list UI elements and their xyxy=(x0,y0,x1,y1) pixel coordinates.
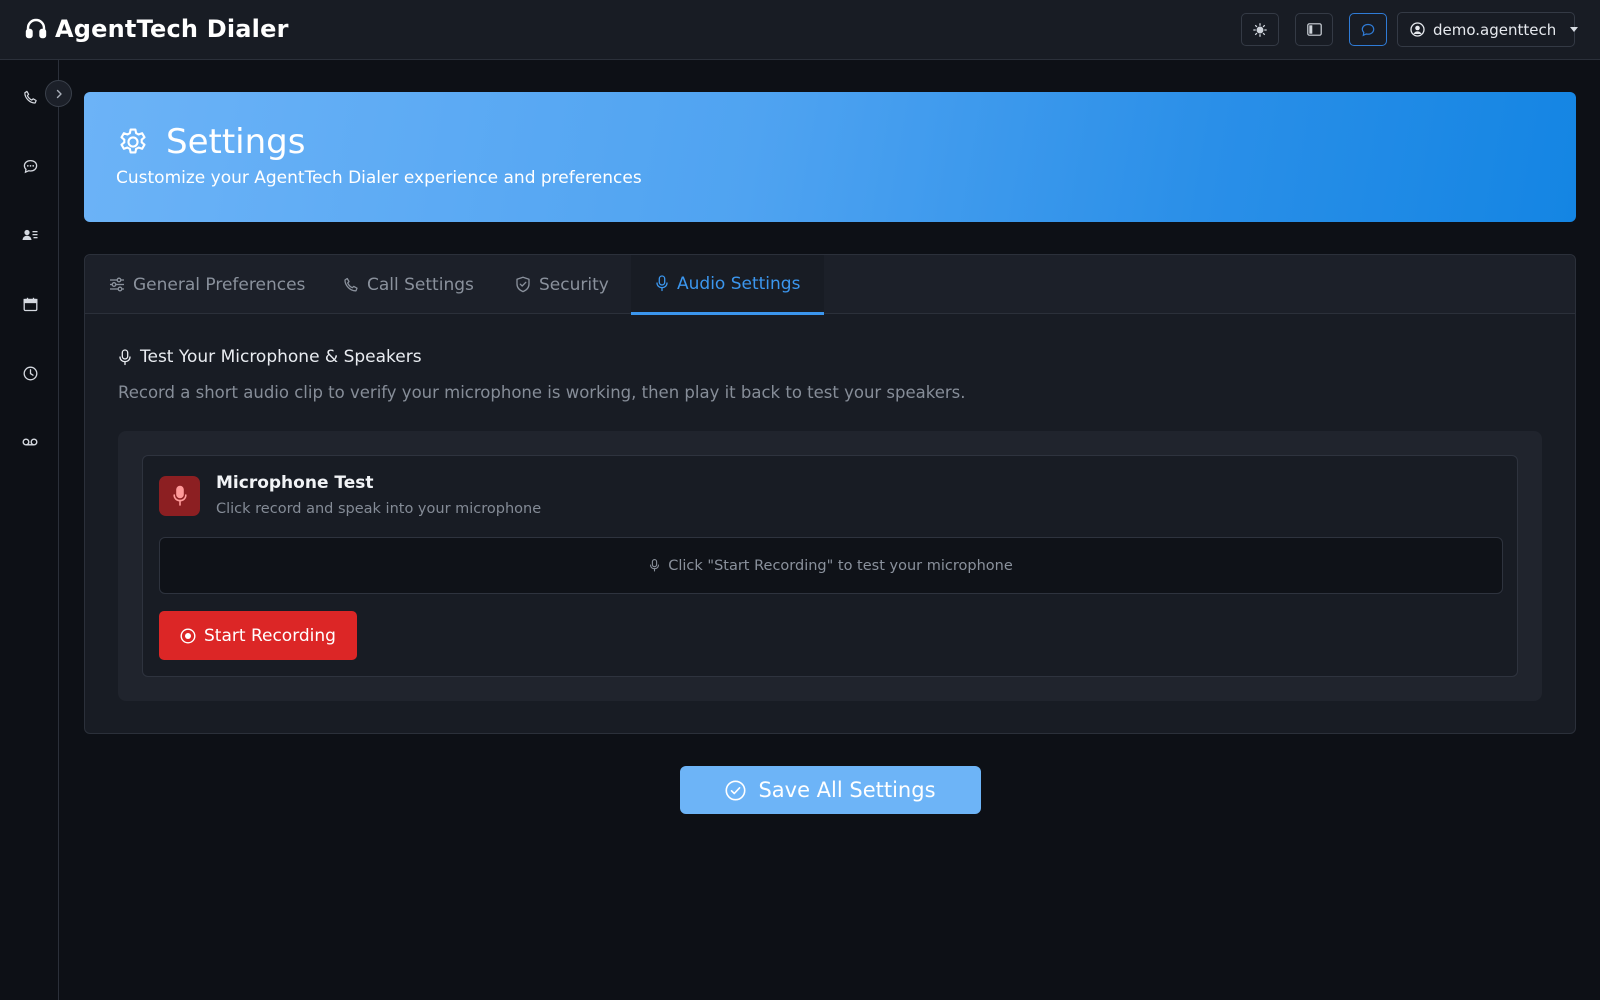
sidebar-layout-icon xyxy=(1306,23,1322,36)
sliders-icon xyxy=(109,277,125,292)
tab-label: Security xyxy=(539,274,609,295)
user-menu-button[interactable]: demo.agenttech xyxy=(1397,12,1579,47)
record-icon xyxy=(180,627,196,644)
gear-icon xyxy=(116,125,150,159)
sidebar-item-voicemail[interactable] xyxy=(20,432,40,452)
mic-test-title: Microphone Test xyxy=(216,473,374,493)
microphone-icon xyxy=(172,485,188,507)
sidebar-item-calendar[interactable] xyxy=(20,294,40,314)
tab-label: Call Settings xyxy=(367,274,474,295)
contacts-icon xyxy=(22,228,38,242)
page-title: Settings xyxy=(166,122,306,162)
microphone-icon xyxy=(649,558,660,573)
chevron-down-icon xyxy=(1570,27,1579,32)
tab-label: Audio Settings xyxy=(677,273,801,294)
chat-toggle-button[interactable] xyxy=(1349,13,1387,46)
sidebar xyxy=(0,60,59,1000)
phone-icon xyxy=(23,90,38,105)
sidebar-item-contacts[interactable] xyxy=(20,225,40,245)
settings-panel: General Preferences Call Settings Securi… xyxy=(84,254,1576,734)
user-circle-icon xyxy=(1410,22,1425,37)
audio-section-header: Test Your Microphone & Speakers xyxy=(118,347,422,367)
save-label: Save All Settings xyxy=(758,778,936,802)
tab-audio-settings[interactable]: Audio Settings xyxy=(631,255,825,315)
page-subtitle: Customize your AgentTech Dialer experien… xyxy=(116,168,642,188)
mic-badge xyxy=(159,476,200,516)
sidebar-expand-button[interactable] xyxy=(45,80,72,107)
settings-tabs: General Preferences Call Settings Securi… xyxy=(85,255,1575,315)
top-bar: AgentTech Dialer demo.agenttech xyxy=(0,0,1600,60)
app-title: AgentTech Dialer xyxy=(55,15,289,43)
section-title: Test Your Microphone & Speakers xyxy=(140,347,422,367)
recording-placeholder: Click "Start Recording" to test your mic… xyxy=(668,557,1013,574)
user-name: demo.agenttech xyxy=(1433,20,1557,39)
chat-icon xyxy=(1361,23,1375,37)
start-recording-button[interactable]: Start Recording xyxy=(159,611,357,660)
save-all-settings-button[interactable]: Save All Settings xyxy=(680,766,981,814)
layout-toggle-button[interactable] xyxy=(1295,13,1333,46)
brand[interactable]: AgentTech Dialer xyxy=(25,13,289,45)
chevron-right-icon xyxy=(55,89,63,99)
shield-icon xyxy=(515,276,531,293)
sidebar-item-messages[interactable] xyxy=(20,156,40,176)
audio-test-container: Microphone Test Click record and speak i… xyxy=(118,431,1542,701)
sidebar-item-phone[interactable] xyxy=(20,87,40,107)
sun-icon xyxy=(1253,22,1267,37)
chat-icon xyxy=(23,159,38,174)
section-description: Record a short audio clip to verify your… xyxy=(118,383,966,402)
tab-general-preferences[interactable]: General Preferences xyxy=(109,255,305,314)
microphone-icon xyxy=(118,348,132,366)
start-recording-label: Start Recording xyxy=(204,625,336,646)
microphone-test-card: Microphone Test Click record and speak i… xyxy=(142,455,1518,677)
tab-call-settings[interactable]: Call Settings xyxy=(343,255,474,314)
check-circle-icon xyxy=(725,780,746,801)
mic-test-subtitle: Click record and speak into your microph… xyxy=(216,501,542,517)
tab-label: General Preferences xyxy=(133,274,306,295)
calendar-icon xyxy=(23,297,38,312)
tab-security[interactable]: Security xyxy=(515,255,609,314)
headset-icon xyxy=(25,17,47,41)
theme-toggle-button[interactable] xyxy=(1241,13,1279,46)
recording-display: Click "Start Recording" to test your mic… xyxy=(159,537,1503,594)
microphone-icon xyxy=(655,275,669,292)
sidebar-item-history[interactable] xyxy=(20,363,40,383)
clock-icon xyxy=(23,366,38,381)
settings-header: Settings Customize your AgentTech Dialer… xyxy=(84,92,1576,222)
phone-icon xyxy=(343,277,359,293)
voicemail-icon xyxy=(22,437,38,447)
